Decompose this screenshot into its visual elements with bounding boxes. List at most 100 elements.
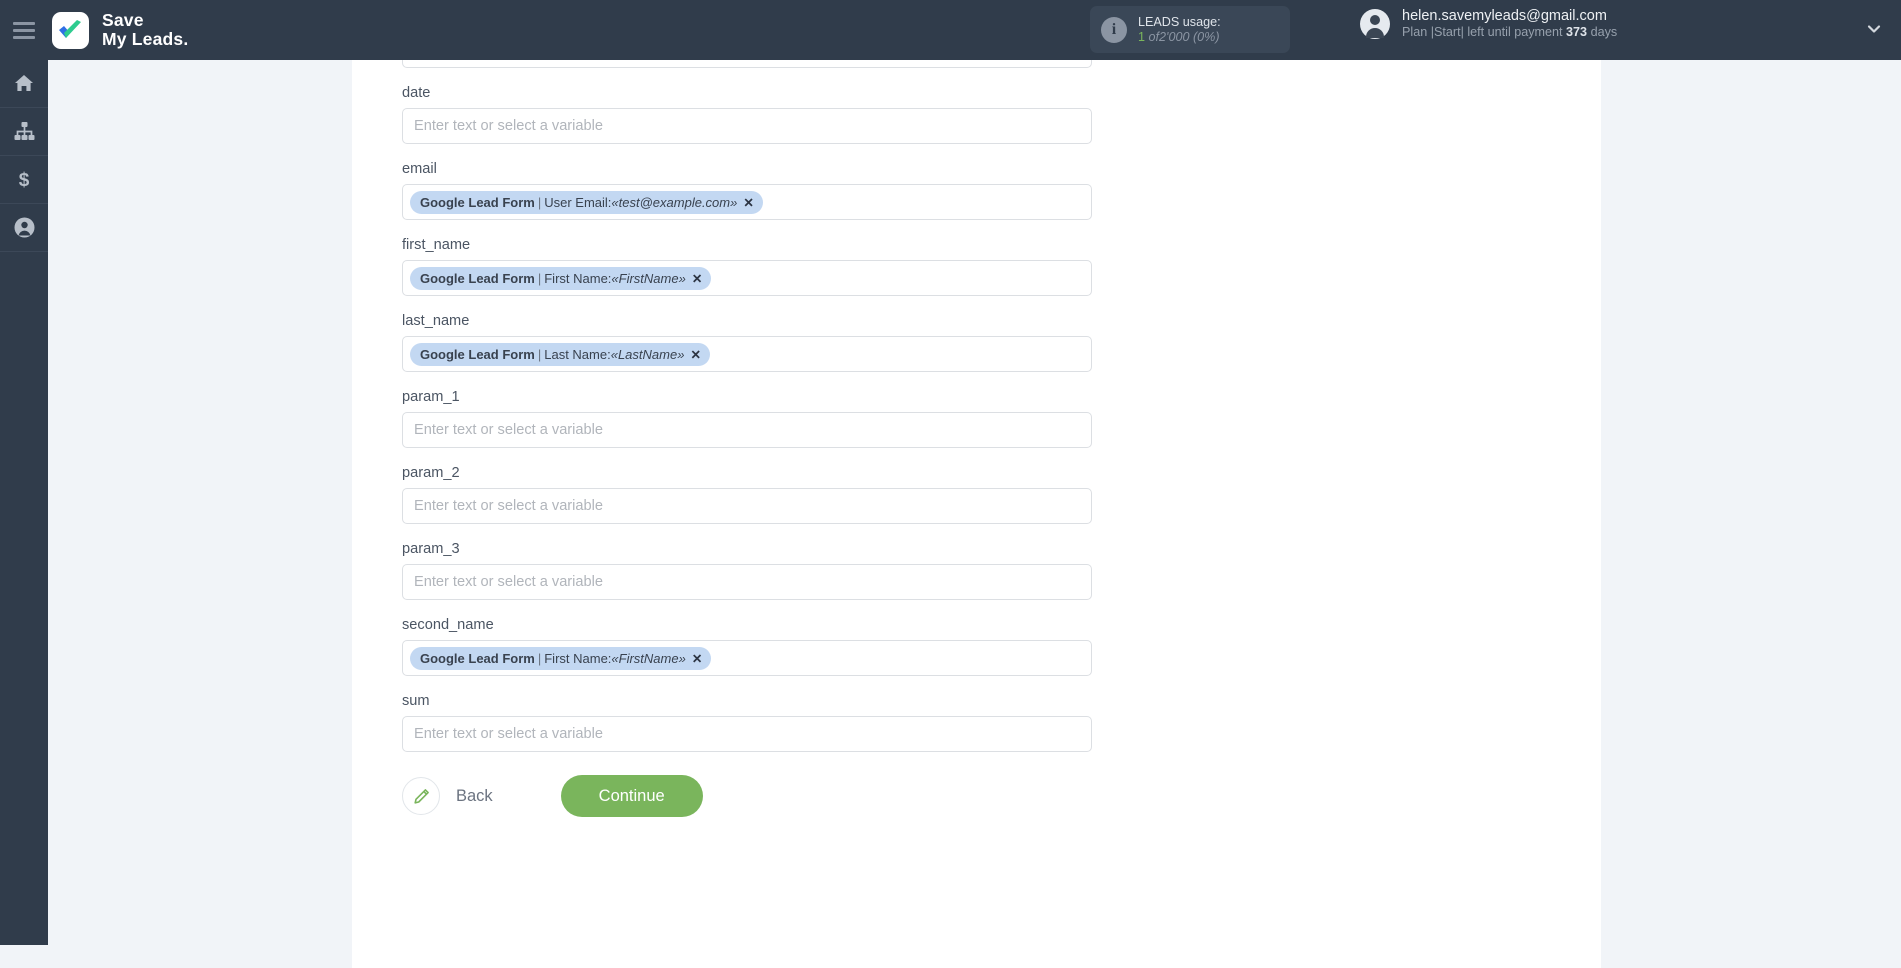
input-placeholder: Enter text or select a variable (414, 118, 603, 134)
form-field: param_1 Enter text or select a variable (402, 389, 1092, 448)
sitemap-icon (14, 122, 35, 141)
field-label: param_3 (402, 541, 460, 557)
variable-input[interactable]: Google Lead Form | User Email: «test@examp… (402, 184, 1092, 220)
chip-field: User Email: (544, 194, 612, 210)
input-placeholder: Enter text or select a variable (414, 498, 603, 514)
chip-variable: «FirstName» (611, 650, 686, 666)
hamburger-bar (13, 28, 35, 32)
chip-field: First Name: (544, 650, 612, 666)
variable-input[interactable]: Google Lead Form | First Name: «FirstName»… (402, 640, 1092, 676)
input-placeholder: Enter text or select a variable (414, 574, 603, 590)
brand-logo[interactable]: Save My Leads. (52, 11, 188, 49)
form-field: first_name Google Lead Form | First Name: «… (402, 237, 1092, 296)
variable-input[interactable]: Google Lead Form | Last Name: «LastName» ✕ (402, 336, 1092, 372)
field-label: param_1 (402, 389, 460, 405)
hamburger-bar (13, 35, 35, 39)
checkmark-icon (52, 11, 89, 49)
chip-variable: «test@example.com» (611, 194, 738, 210)
chip-source: Google Lead Form (420, 194, 535, 210)
chip-variable: «LastName» (610, 346, 685, 362)
sidebar-item-account[interactable] (0, 204, 48, 252)
variable-input[interactable]: Enter text or select a variable (402, 60, 1092, 68)
account-days-value: 373 (1566, 25, 1588, 39)
field-label: first_name (402, 237, 471, 253)
form-field: second_name Google Lead Form | First Name: … (402, 617, 1092, 676)
sidebar-item-billing[interactable]: $ (0, 156, 48, 204)
chip-variable: «FirstName» (611, 270, 686, 286)
field-label: param_2 (402, 465, 460, 481)
form-field: Enter text or select a variable (402, 60, 1092, 68)
chip-remove-icon[interactable]: ✕ (692, 271, 702, 286)
form-field: date Enter text or select a variable (402, 85, 1092, 144)
variable-input[interactable]: Enter text or select a variable (402, 716, 1092, 752)
sidebar-rail: $ (0, 60, 48, 945)
usage-count: 1 (1138, 29, 1146, 44)
variable-input[interactable]: Enter text or select a variable (402, 108, 1092, 144)
field-label: last_name (402, 313, 470, 329)
continue-button[interactable]: Continue (560, 775, 703, 817)
variable-input[interactable]: Enter text or select a variable (402, 412, 1092, 448)
account-days-suffix: days (1590, 25, 1618, 39)
top-header: Save My Leads. i LEADS usage: 1 of2'000 … (0, 0, 1901, 60)
variable-input[interactable]: Enter text or select a variable (402, 488, 1092, 524)
input-placeholder: Enter text or select a variable (414, 726, 603, 742)
chip-remove-icon[interactable]: ✕ (743, 195, 753, 210)
chip-source: Google Lead Form (420, 346, 535, 362)
form-field: last_name Google Lead Form | Last Name: «La… (402, 313, 1092, 372)
variable-chip: Google Lead Form | First Name: «FirstName»… (410, 646, 712, 670)
field-label: email (402, 161, 437, 177)
content-panel: Enter text or select a variable date Enter… (352, 60, 1601, 968)
account-email: helen.savemyleads@gmail.com (1402, 8, 1607, 24)
sidebar-item-connections[interactable] (0, 108, 48, 156)
hamburger-menu-icon[interactable] (0, 0, 48, 60)
svg-text:$: $ (19, 170, 30, 190)
account-plan-prefix: Plan |Start| left until payment (1402, 25, 1563, 39)
hamburger-bar (13, 21, 35, 25)
chip-remove-icon[interactable]: ✕ (690, 347, 700, 362)
back-button[interactable]: Back (402, 777, 493, 815)
form-field: email Google Lead Form | User Email: «test@… (402, 161, 1092, 220)
dollar-icon: $ (17, 169, 31, 190)
form-field: param_3 Enter text or select a variable (402, 541, 1092, 600)
brand-text: Save My Leads. (102, 11, 188, 49)
usage-limit: 2'000 (1159, 29, 1190, 44)
account-plan: Plan |Start| left until payment 373 days (1402, 24, 1617, 40)
usage-value: 1 of2'000 (0%) (1138, 30, 1221, 45)
user-circle-icon (14, 217, 35, 238)
home-icon (14, 74, 34, 93)
usage-of: of (1148, 29, 1160, 44)
chip-source: Google Lead Form (420, 650, 535, 666)
brand-line-1: Save (102, 10, 144, 30)
usage-title: LEADS usage: (1138, 14, 1221, 29)
sidebar-item-home[interactable] (0, 60, 48, 108)
info-icon: i (1101, 16, 1127, 43)
account-menu[interactable]: helen.savemyleads@gmail.com Plan |Start|… (1360, 8, 1617, 40)
chip-remove-icon[interactable]: ✕ (692, 651, 702, 666)
brand-line-2: My Leads. (102, 29, 189, 49)
chip-field: First Name: (544, 270, 612, 286)
chip-separator: | (537, 346, 542, 362)
chevron-down-icon[interactable] (1867, 22, 1881, 36)
field-label: sum (402, 693, 430, 709)
chip-separator: | (537, 650, 542, 666)
input-placeholder: Enter text or select a variable (414, 422, 603, 438)
form-field: param_2 Enter text or select a variable (402, 465, 1092, 524)
variable-input[interactable]: Google Lead Form | First Name: «FirstName»… (402, 260, 1092, 296)
usage-percent: (0%) (1192, 29, 1220, 44)
variable-chip: Google Lead Form | User Email: «test@examp… (410, 190, 763, 214)
field-mapping-form: Enter text or select a variable date Enter… (402, 60, 1092, 817)
avatar (1360, 9, 1390, 39)
leads-usage-badge[interactable]: i LEADS usage: 1 of2'000 (0%) (1090, 6, 1290, 53)
form-actions: Back Continue (402, 775, 1092, 817)
variable-input[interactable]: Enter text or select a variable (402, 564, 1092, 600)
variable-chip: Google Lead Form | Last Name: «LastName» ✕ (410, 342, 710, 366)
field-label: date (402, 85, 431, 101)
chip-field: Last Name: (544, 346, 611, 362)
chip-separator: | (537, 194, 542, 210)
variable-chip: Google Lead Form | First Name: «FirstName»… (410, 266, 712, 290)
field-label: second_name (402, 617, 494, 633)
form-field: sum Enter text or select a variable (402, 693, 1092, 752)
chip-separator: | (537, 270, 542, 286)
pencil-icon (402, 777, 440, 815)
chip-source: Google Lead Form (420, 270, 535, 286)
